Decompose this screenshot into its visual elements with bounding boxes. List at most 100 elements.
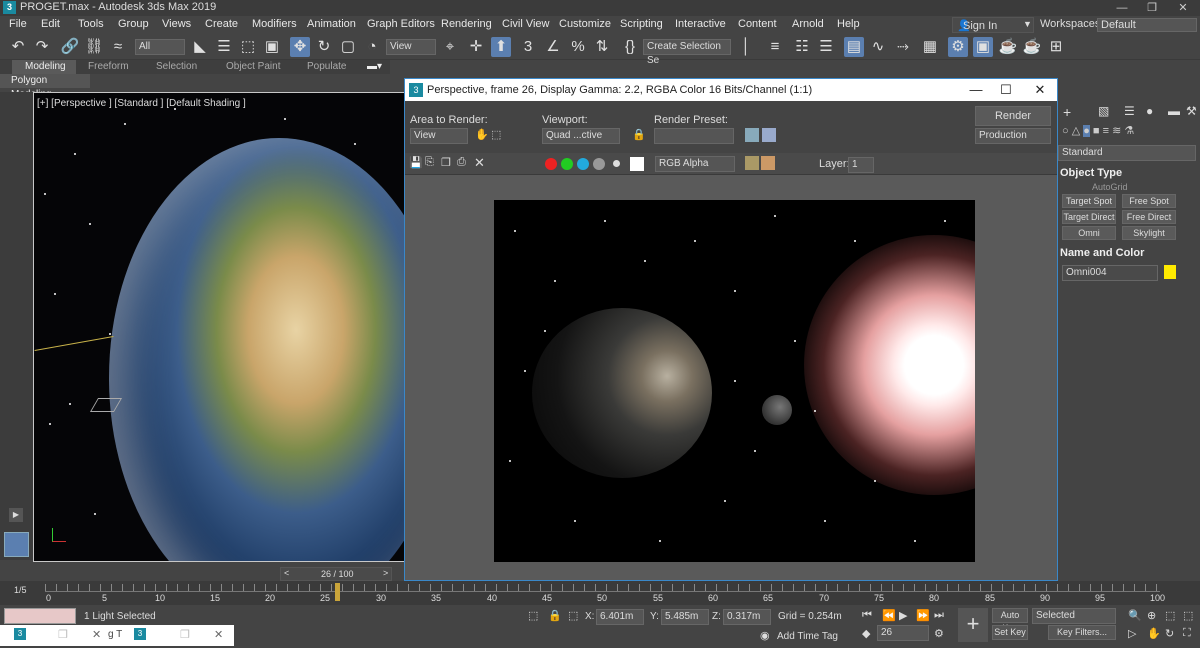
display-tab-icon[interactable]: ▬ <box>1168 104 1180 118</box>
menu-tools[interactable]: Tools <box>78 18 104 30</box>
reference-coord-dropdown[interactable]: View <box>386 39 436 55</box>
selection-lock-icon[interactable]: 🔒 <box>548 609 562 622</box>
save-image-icon[interactable]: 💾 <box>409 156 423 169</box>
key-selection-dropdown[interactable]: Selected <box>1032 608 1116 624</box>
fov-icon[interactable]: ▷ <box>1128 627 1136 640</box>
rendered-frame-window[interactable]: 3 Perspective, frame 26, Display Gamma: … <box>404 78 1058 581</box>
prev-key-icon[interactable]: ⏪ <box>882 609 896 622</box>
scale-icon[interactable]: ▢ <box>338 37 358 57</box>
viewport-layout-icon[interactable] <box>4 532 29 557</box>
lock-icon[interactable]: 🔒 <box>632 128 646 141</box>
toggle-ui-icon[interactable] <box>761 156 775 170</box>
redo-icon[interactable]: ↷ <box>32 37 52 57</box>
render-preset-dropdown[interactable] <box>654 128 734 144</box>
minimized-window-2[interactable]: 3 ❐ ✕ <box>122 625 234 646</box>
set-keys-icon[interactable]: + <box>958 608 988 642</box>
menu-scripting[interactable]: Scripting <box>620 18 663 30</box>
copy-image-icon[interactable]: ⎘ <box>425 156 434 169</box>
object-color-swatch[interactable] <box>1164 265 1176 279</box>
render-window-maximize-icon[interactable]: ☐ <box>991 79 1021 101</box>
ribbon-tab-object-paint[interactable]: Object Paint <box>226 61 280 72</box>
monochrome-icon[interactable] <box>613 160 620 167</box>
restore-icon[interactable]: ❐ <box>1137 0 1167 16</box>
current-frame-field[interactable]: 26 <box>877 625 929 641</box>
zoom-icon[interactable]: 🔍 <box>1128 609 1142 622</box>
play-icon[interactable]: ▶ <box>899 609 907 622</box>
add-time-tag[interactable]: Add Time Tag <box>777 631 838 642</box>
clone-window-icon[interactable]: ❐ <box>441 156 451 169</box>
pivot-center-icon[interactable]: ⌖ <box>440 37 460 57</box>
maxscript-listener[interactable] <box>4 608 76 624</box>
scene-explorer-icon[interactable]: ☷ <box>792 37 812 57</box>
next-key-icon[interactable]: ⏩ <box>916 609 930 622</box>
edit-region-icon[interactable]: ✋ <box>475 128 489 141</box>
target-direct-button[interactable]: Target Direct <box>1062 210 1116 224</box>
render-button[interactable]: Render <box>975 106 1051 126</box>
area-to-render-dropdown[interactable]: View <box>410 128 468 144</box>
rect-selection-icon[interactable]: ⬚ <box>238 37 258 57</box>
key-filters-button[interactable]: Key Filters... <box>1048 625 1116 640</box>
link-icon[interactable]: 🔗 <box>60 37 80 57</box>
menu-interactive[interactable]: Interactive <box>675 18 726 30</box>
render-iterative-icon[interactable]: ☕ <box>1022 37 1042 57</box>
menu-modifiers[interactable]: Modifiers <box>252 18 297 30</box>
mirror-icon[interactable]: │ <box>736 37 756 57</box>
keyboard-shortcut-override-icon[interactable]: ⬆ <box>491 37 511 57</box>
timeline-toggle[interactable]: 1/5 <box>14 585 27 595</box>
restore-window-icon[interactable]: ❐ <box>58 628 68 641</box>
menu-arnold[interactable]: Arnold <box>792 18 824 30</box>
spinner-snap-icon[interactable]: ⇅ <box>592 37 612 57</box>
menu-content[interactable]: Content <box>738 18 777 30</box>
render-window-close-icon[interactable]: ✕ <box>1025 79 1055 101</box>
x-coordinate-field[interactable]: 6.401m <box>596 609 644 625</box>
sign-in-dropdown[interactable]: 👤 Sign In ▼ <box>952 17 1034 33</box>
set-key-button[interactable]: Set Key <box>992 625 1028 640</box>
swatch-icon[interactable] <box>630 157 644 171</box>
select-by-name-icon[interactable]: ☰ <box>214 37 234 57</box>
maximize-viewport-icon[interactable]: ⛶ <box>1183 627 1191 640</box>
rotate-icon[interactable]: ↻ <box>314 37 334 57</box>
close-window-icon[interactable]: ✕ <box>214 628 223 641</box>
restore-window-icon[interactable]: ❐ <box>180 628 190 641</box>
render-setup-small-icon[interactable] <box>745 128 759 142</box>
skylight-button[interactable]: Skylight <box>1122 226 1176 240</box>
render-window-minimize-icon[interactable]: — <box>961 79 991 101</box>
curve-editor-icon[interactable]: ∿ <box>868 37 888 57</box>
environment-icon[interactable] <box>762 128 776 142</box>
y-coordinate-field[interactable]: 5.485m <box>661 609 709 625</box>
go-to-end-icon[interactable]: ⏭ <box>934 609 944 622</box>
menu-help[interactable]: Help <box>837 18 860 30</box>
create-tab-icon[interactable]: + <box>1063 104 1071 120</box>
render-cloud-icon[interactable]: ⊞ <box>1046 37 1066 57</box>
placement-icon[interactable]: ◔ <box>362 37 382 57</box>
percent-snap-icon[interactable]: % <box>568 37 588 57</box>
snaps-toggle-icon[interactable]: 3 <box>518 37 538 57</box>
layer-explorer-icon[interactable]: ☰ <box>816 37 836 57</box>
green-channel-icon[interactable] <box>561 158 573 170</box>
perspective-viewport[interactable]: [+] [Perspective ] [Standard ] [Default … <box>33 92 405 562</box>
named-selection-dropdown[interactable]: Create Selection Se <box>643 39 731 66</box>
key-mode-icon[interactable]: ◆ <box>862 627 870 640</box>
material-editor-icon[interactable]: ▦ <box>920 37 940 57</box>
ribbon-options-icon[interactable]: ▬▾ <box>367 61 382 72</box>
hierarchy-tab-icon[interactable]: ☰ <box>1124 104 1135 118</box>
go-to-start-icon[interactable]: ⏮ <box>862 609 872 622</box>
minimized-window-1[interactable]: 3 ❐ ✕ <box>0 625 110 646</box>
bind-spacewarp-icon[interactable]: ≈ <box>108 37 128 57</box>
omni-button[interactable]: Omni <box>1062 226 1116 240</box>
select-manipulate-icon[interactable]: ✛ <box>466 37 486 57</box>
menu-rendering[interactable]: Rendering <box>441 18 492 30</box>
named-selection-icon[interactable]: {} <box>620 37 640 57</box>
schematic-view-icon[interactable]: ⤑ <box>893 37 913 57</box>
time-slider[interactable]: < 26 / 100 > <box>280 567 392 581</box>
print-icon[interactable]: ⎙ <box>457 156 466 169</box>
absolute-mode-icon[interactable]: ⬚ <box>568 609 578 622</box>
menu-edit[interactable]: Edit <box>41 18 60 30</box>
unlink-icon[interactable]: ⛓ <box>84 37 104 57</box>
close-icon[interactable]: ✕ <box>1168 0 1198 16</box>
zoom-extents-icon[interactable]: ⬚ <box>1165 609 1175 622</box>
render-production-icon[interactable]: ☕ <box>998 37 1018 57</box>
toggle-ui-overlay-icon[interactable] <box>745 156 759 170</box>
free-direct-button[interactable]: Free Direct <box>1122 210 1176 224</box>
zoom-extents-all-icon[interactable]: ⬚ <box>1183 609 1193 622</box>
